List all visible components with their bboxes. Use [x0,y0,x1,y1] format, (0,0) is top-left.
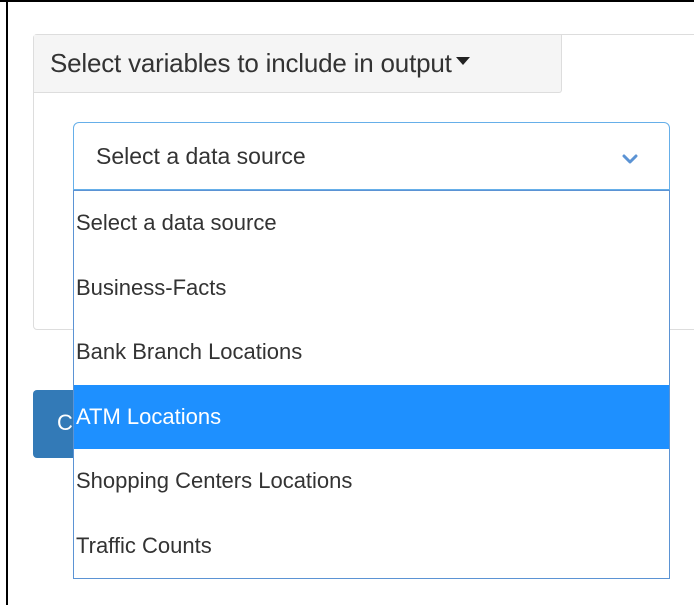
option-label: Business-Facts [76,274,227,300]
window-left-border [6,0,8,605]
option-business-facts[interactable]: Business-Facts [74,256,669,321]
option-label: ATM Locations [76,403,222,429]
option-label: Traffic Counts [76,532,212,558]
variables-panel-toggle[interactable]: Select variables to include in output [34,35,562,93]
option-label: Bank Branch Locations [76,339,303,365]
data-source-select[interactable]: Select a data source [73,122,670,190]
option-bank-branch-locations[interactable]: Bank Branch Locations [74,320,669,385]
option-atm-locations[interactable]: ATM Locations [74,384,669,449]
option-label: Select a data source [76,210,277,236]
panel-header-label: Select variables to include in output [50,48,452,78]
option-label: Shopping Centers Locations [76,468,353,494]
data-source-dropdown: Select a data source Business-Facts Bank… [73,190,670,579]
caret-down-icon [455,56,470,65]
data-source-select-value: Select a data source [96,142,306,169]
chevron-down-icon [622,154,638,164]
primary-button-label: C [57,410,73,435]
window-top-border [0,0,694,2]
option-shopping-centers-locations[interactable]: Shopping Centers Locations [74,449,669,514]
option-select-a-data-source[interactable]: Select a data source [74,191,669,256]
option-traffic-counts[interactable]: Traffic Counts [74,514,669,579]
